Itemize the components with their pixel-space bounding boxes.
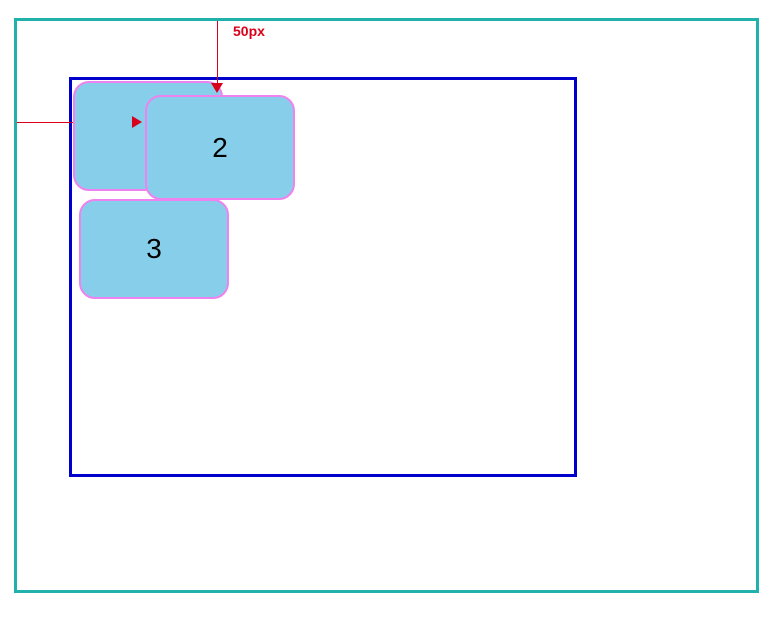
panel-3: 3 [79, 199, 229, 299]
arrow-down-icon [211, 83, 223, 93]
panel-2-label: 2 [212, 132, 228, 164]
panel-2: 2 [145, 95, 295, 200]
panel-3-label: 3 [146, 233, 162, 265]
annotation-top-offset: 50px [233, 23, 265, 39]
arrow-vertical-line [217, 21, 218, 91]
outer-container: 2 3 50px 100px [14, 18, 759, 593]
arrow-right-icon [132, 116, 142, 128]
